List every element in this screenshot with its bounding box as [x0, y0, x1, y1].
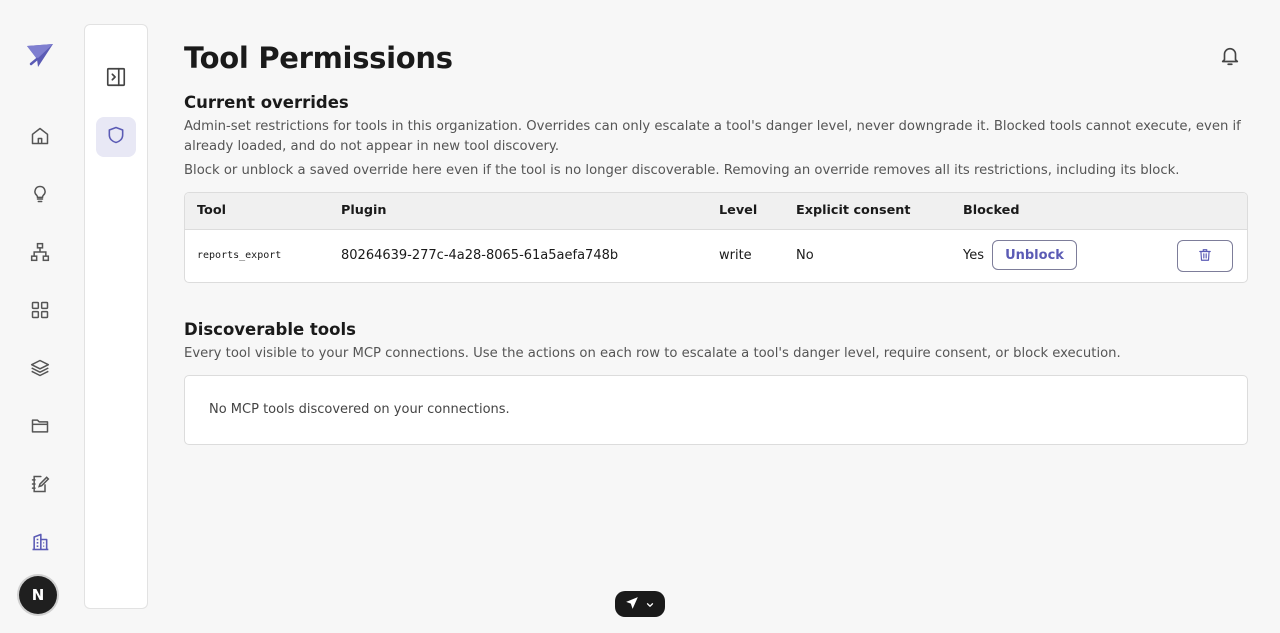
user-avatar[interactable]: N [19, 576, 57, 614]
home-icon[interactable] [20, 116, 60, 156]
layers-icon[interactable] [20, 348, 60, 388]
column-header-tool: Tool [197, 203, 226, 218]
table-header: Tool Plugin Level Explicit consent Block… [185, 193, 1247, 230]
trash-icon [1198, 248, 1212, 265]
table-row: reports_export 80264639-277c-4a28-8065-6… [185, 230, 1247, 282]
send-menu-pill[interactable] [615, 591, 665, 617]
page-title: Tool Permissions [184, 41, 453, 75]
workflow-icon[interactable] [20, 232, 60, 272]
column-header-blocked: Blocked [963, 203, 1020, 218]
grid-icon[interactable] [20, 290, 60, 330]
shield-icon [106, 125, 126, 149]
app-rail: N [0, 0, 80, 633]
sidebar-expand-icon[interactable] [104, 65, 128, 89]
discoverable-tools-description: Every tool visible to your MCP connectio… [184, 346, 1121, 361]
secondary-sidebar [84, 24, 148, 609]
send-icon [625, 595, 639, 614]
delete-override-button[interactable] [1177, 240, 1233, 272]
explicit-consent-value: No [796, 248, 814, 263]
chevron-down-icon [645, 595, 655, 614]
notes-icon[interactable] [20, 464, 60, 504]
current-overrides-title: Current overrides [184, 93, 349, 112]
folder-icon[interactable] [20, 406, 60, 446]
sidebar-item-tool-permissions[interactable] [96, 117, 136, 157]
discoverable-tools-title: Discoverable tools [184, 320, 356, 339]
lightbulb-icon[interactable] [20, 174, 60, 214]
current-overrides-note: Block or unblock a saved override here e… [184, 163, 1180, 178]
main-content: Tool Permissions Current overrides Admin… [184, 40, 1248, 445]
overrides-table: Tool Plugin Level Explicit consent Block… [184, 192, 1248, 283]
empty-state-text: No MCP tools discovered on your connecti… [209, 402, 510, 417]
column-header-level: Level [719, 203, 758, 218]
current-overrides-description: Admin-set restrictions for tools in this… [184, 119, 1241, 154]
danger-level: write [719, 248, 752, 263]
column-header-explicit-consent: Explicit consent [796, 203, 911, 218]
discoverable-tools-empty-state: No MCP tools discovered on your connecti… [184, 375, 1248, 445]
column-header-plugin: Plugin [341, 203, 387, 218]
brand-logo-icon[interactable] [24, 40, 56, 72]
unblock-button[interactable]: Unblock [992, 240, 1077, 270]
organization-icon[interactable] [20, 522, 60, 562]
plugin-id: 80264639-277c-4a28-8065-61a5aefa748b [341, 248, 619, 263]
blocked-value: Yes [963, 248, 984, 263]
tool-name: reports_export [197, 250, 282, 261]
